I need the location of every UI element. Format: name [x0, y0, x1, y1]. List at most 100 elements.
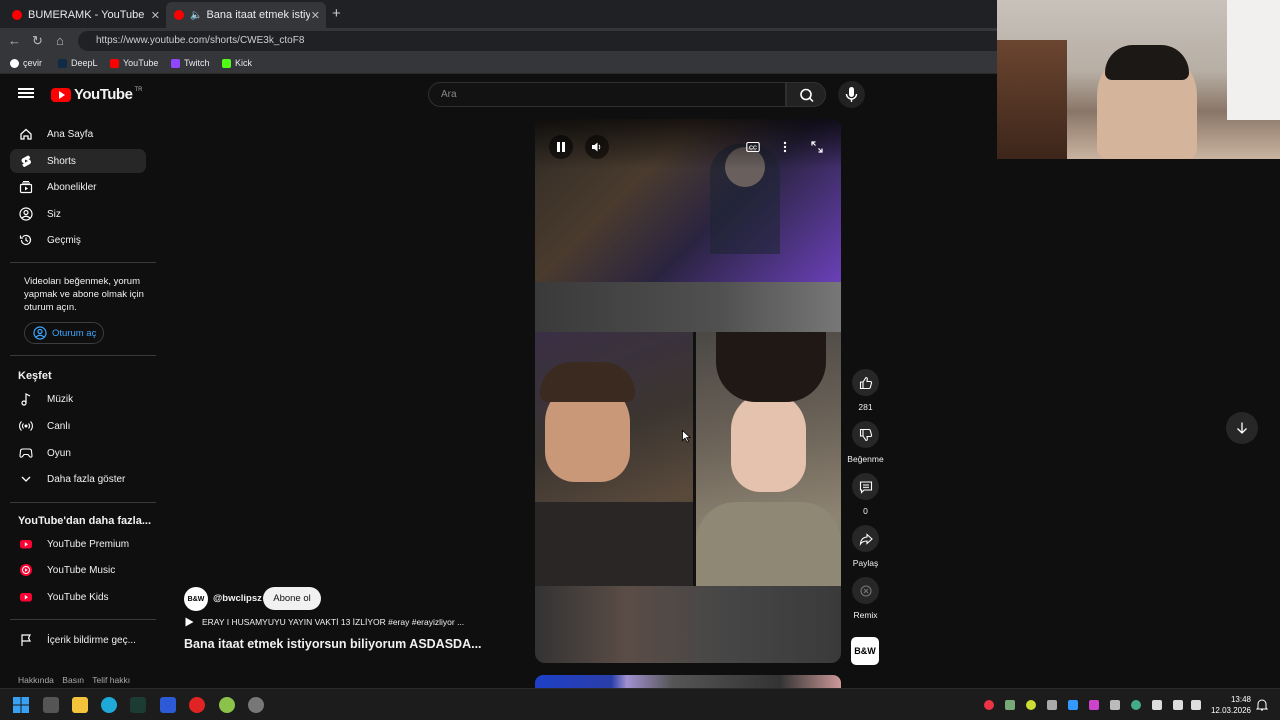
play-icon	[185, 617, 194, 627]
file-explorer-icon[interactable]	[72, 697, 88, 713]
sidebar-item-gaming[interactable]: Oyun	[10, 441, 146, 465]
bookmark-item[interactable]: YouTube	[110, 58, 158, 68]
video-description[interactable]: ERAY I HUSAMYUYU YAYIN VAKTİ 13 İZLİYOR …	[184, 617, 464, 627]
sidebar-item-label: Siz	[47, 208, 61, 220]
signin-button[interactable]: Oturum aç	[24, 322, 104, 344]
reload-icon[interactable]: ↻	[32, 33, 43, 49]
sidebar-item-premium[interactable]: YouTube Premium	[10, 532, 146, 556]
sidebar-item-report[interactable]: İçerik bildirme geç...	[10, 628, 146, 652]
notification-bell-icon[interactable]	[1256, 698, 1268, 711]
bookmark-item[interactable]: Kick	[222, 58, 252, 68]
edge-browser-icon[interactable]	[101, 697, 117, 713]
next-video-button[interactable]	[1226, 412, 1258, 444]
tray-app-icon[interactable]	[1089, 700, 1099, 710]
tray-app-icon[interactable]	[1131, 700, 1141, 710]
volume-tray-icon[interactable]	[1191, 700, 1201, 710]
browser-tab-1[interactable]: BUMERAMK - YouTube ✕	[4, 2, 166, 28]
captions-button[interactable]: CC	[741, 135, 765, 159]
close-tab-icon[interactable]: ✕	[311, 9, 320, 22]
subscribe-button[interactable]: Abone ol	[263, 587, 321, 610]
youtube-premium-icon	[19, 537, 33, 551]
shorts-video-player[interactable]: CC	[535, 119, 841, 663]
pause-icon	[557, 142, 565, 152]
sidebar-item-shorts[interactable]: Shorts	[10, 149, 146, 173]
comments-button[interactable]	[852, 473, 879, 500]
sound-thumbnail[interactable]: B&W	[851, 637, 879, 665]
media-player-icon[interactable]	[189, 697, 205, 713]
share-button[interactable]	[852, 525, 879, 552]
footer-link[interactable]: Basın	[62, 675, 84, 685]
like-button[interactable]	[852, 369, 879, 396]
channel-name[interactable]: @bwclipsz	[213, 593, 262, 604]
footer-link[interactable]: Telif hakkı	[92, 675, 130, 685]
video-frame-left	[535, 332, 693, 586]
sidebar-item-label: YouTube Music	[47, 564, 116, 576]
sidebar-item-live[interactable]: Canlı	[10, 414, 146, 438]
system-clock[interactable]: 13:48 12.03.2026	[1206, 694, 1251, 716]
windows-start-icon[interactable]	[13, 697, 29, 713]
footer-link[interactable]: Hakkında	[18, 675, 54, 685]
sidebar-item-label: Oyun	[47, 447, 71, 459]
network-icon[interactable]	[1173, 700, 1183, 710]
sidebar-item-music-app[interactable]: YouTube Music	[10, 558, 146, 582]
tray-app-icon[interactable]	[1068, 700, 1078, 710]
app-icon[interactable]	[160, 697, 176, 713]
mouse-cursor-icon	[682, 430, 691, 443]
tray-app-icon[interactable]	[1047, 700, 1057, 710]
terminal-icon[interactable]	[130, 697, 146, 713]
chevron-down-icon	[19, 472, 33, 486]
more-options-button[interactable]	[773, 135, 797, 159]
remix-label: Remix	[853, 610, 878, 620]
music-icon	[19, 392, 33, 406]
tray-chevron-icon[interactable]	[1110, 700, 1120, 710]
next-video-preview[interactable]	[535, 675, 841, 688]
settings-icon[interactable]	[248, 697, 264, 713]
volume-button[interactable]	[585, 135, 609, 159]
search-button[interactable]	[786, 82, 826, 107]
tab-title: BUMERAMK - YouTube	[28, 9, 145, 21]
voice-search-button[interactable]	[838, 81, 865, 108]
sidebar-item-subscriptions[interactable]: Abonelikler	[10, 175, 146, 199]
new-tab-icon[interactable]: +	[332, 5, 341, 22]
search-input[interactable]: Ara	[428, 82, 786, 107]
divider	[10, 355, 156, 356]
video-title[interactable]: Bana itaat etmek istiyorsun biliyorum AS…	[184, 637, 482, 651]
dislike-button[interactable]	[852, 421, 879, 448]
thumbs-up-icon	[859, 376, 872, 389]
svg-text:CC: CC	[749, 146, 757, 152]
bookmark-item[interactable]: DeepL	[58, 58, 98, 68]
sidebar-item-show-more[interactable]: Daha fazla göster	[10, 467, 146, 491]
tray-app-icon[interactable]	[984, 700, 994, 710]
browser-tab-2[interactable]: 🔈 Bana itaat etmek istiyorsun bi ✕	[166, 2, 326, 28]
home-icon	[19, 127, 33, 141]
webcam-overlay	[997, 0, 1280, 159]
tray-app-icon[interactable]	[1005, 700, 1015, 710]
sidebar-item-kids[interactable]: YouTube Kids	[10, 585, 146, 609]
bookmark-item[interactable]: çevir	[10, 58, 42, 68]
sidebar-item-music[interactable]: Müzik	[10, 387, 146, 411]
comment-count: 0	[863, 506, 868, 516]
sidebar-item-home[interactable]: Ana Sayfa	[10, 122, 146, 146]
xbox-icon[interactable]	[219, 697, 235, 713]
bookmark-item[interactable]: Twitch	[171, 58, 210, 68]
back-icon[interactable]: ←	[8, 33, 21, 48]
kick-icon	[222, 58, 231, 68]
remix-button[interactable]	[852, 577, 879, 604]
windows-taskbar: 13:48 12.03.2026	[0, 688, 1280, 720]
footer-links: Hakkında Basın Telif hakkı	[18, 675, 136, 685]
microphone-tray-icon[interactable]	[1152, 700, 1162, 710]
tray-app-icon[interactable]	[1026, 700, 1036, 710]
pause-button[interactable]	[549, 135, 573, 159]
youtube-logo[interactable]: YouTube TR	[51, 86, 142, 103]
home-browser-icon[interactable]: ⌂	[56, 33, 64, 48]
sidebar-item-you[interactable]: Siz	[10, 202, 146, 226]
menu-icon[interactable]	[18, 86, 34, 102]
sidebar-item-history[interactable]: Geçmiş	[10, 228, 146, 252]
fullscreen-button[interactable]	[805, 135, 829, 159]
channel-avatar[interactable]: B&W	[184, 587, 208, 611]
subscriptions-icon	[19, 180, 33, 194]
url-text: https://www.youtube.com/shorts/CWE3k_cto…	[96, 35, 305, 46]
microphone-icon	[845, 87, 858, 102]
close-tab-icon[interactable]: ✕	[151, 9, 160, 22]
task-view-icon[interactable]	[43, 697, 59, 713]
